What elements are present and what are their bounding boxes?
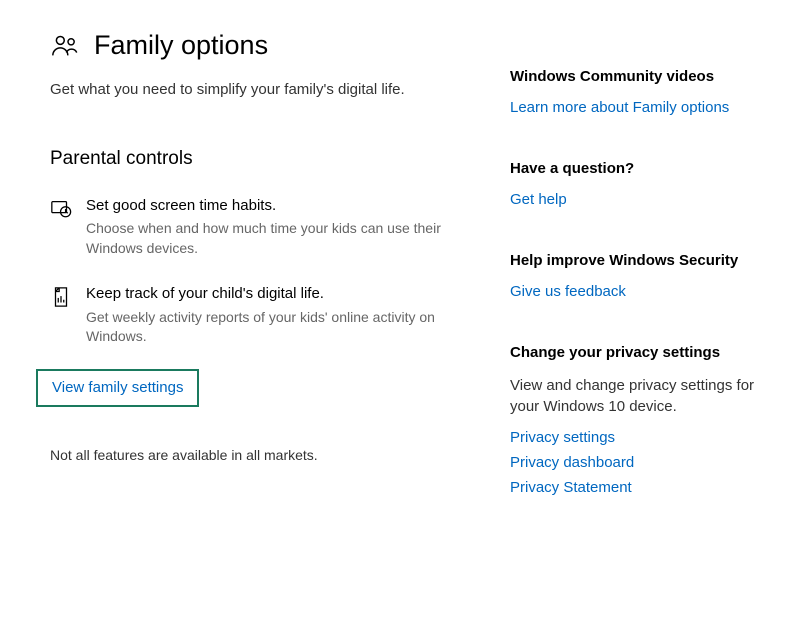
- feature-desc: Choose when and how much time your kids …: [86, 219, 460, 258]
- privacy-section: Change your privacy settings View and ch…: [510, 344, 760, 496]
- community-heading: Windows Community videos: [510, 68, 760, 85]
- page-title: Family options: [94, 30, 268, 61]
- privacy-settings-link[interactable]: Privacy settings: [510, 429, 760, 446]
- feedback-heading: Help improve Windows Security: [510, 252, 760, 269]
- learn-family-options-link[interactable]: Learn more about Family options: [510, 99, 760, 116]
- question-heading: Have a question?: [510, 160, 760, 177]
- feature-screen-time: Set good screen time habits. Choose when…: [50, 196, 460, 258]
- privacy-statement-link[interactable]: Privacy Statement: [510, 479, 760, 496]
- report-icon: [50, 284, 72, 346]
- parental-controls-heading: Parental controls: [50, 148, 460, 170]
- privacy-heading: Change your privacy settings: [510, 344, 760, 361]
- feature-desc: Get weekly activity reports of your kids…: [86, 308, 460, 347]
- family-group-icon: [50, 31, 80, 61]
- highlight-box: View family settings: [36, 369, 199, 407]
- feature-title: Set good screen time habits.: [86, 196, 460, 216]
- screen-time-icon: [50, 196, 72, 258]
- get-help-link[interactable]: Get help: [510, 191, 760, 208]
- feature-title: Keep track of your child's digital life.: [86, 284, 460, 304]
- privacy-dashboard-link[interactable]: Privacy dashboard: [510, 454, 760, 471]
- market-note: Not all features are available in all ma…: [50, 447, 460, 463]
- view-family-settings-link[interactable]: View family settings: [52, 379, 183, 396]
- give-feedback-link[interactable]: Give us feedback: [510, 283, 760, 300]
- privacy-desc: View and change privacy settings for you…: [510, 375, 760, 417]
- feedback-section: Help improve Windows Security Give us fe…: [510, 252, 760, 300]
- question-section: Have a question? Get help: [510, 160, 760, 208]
- feature-activity-reports: Keep track of your child's digital life.…: [50, 284, 460, 346]
- page-header: Family options: [50, 30, 460, 61]
- community-section: Windows Community videos Learn more abou…: [510, 68, 760, 116]
- page-subtitle: Get what you need to simplify your famil…: [50, 79, 460, 100]
